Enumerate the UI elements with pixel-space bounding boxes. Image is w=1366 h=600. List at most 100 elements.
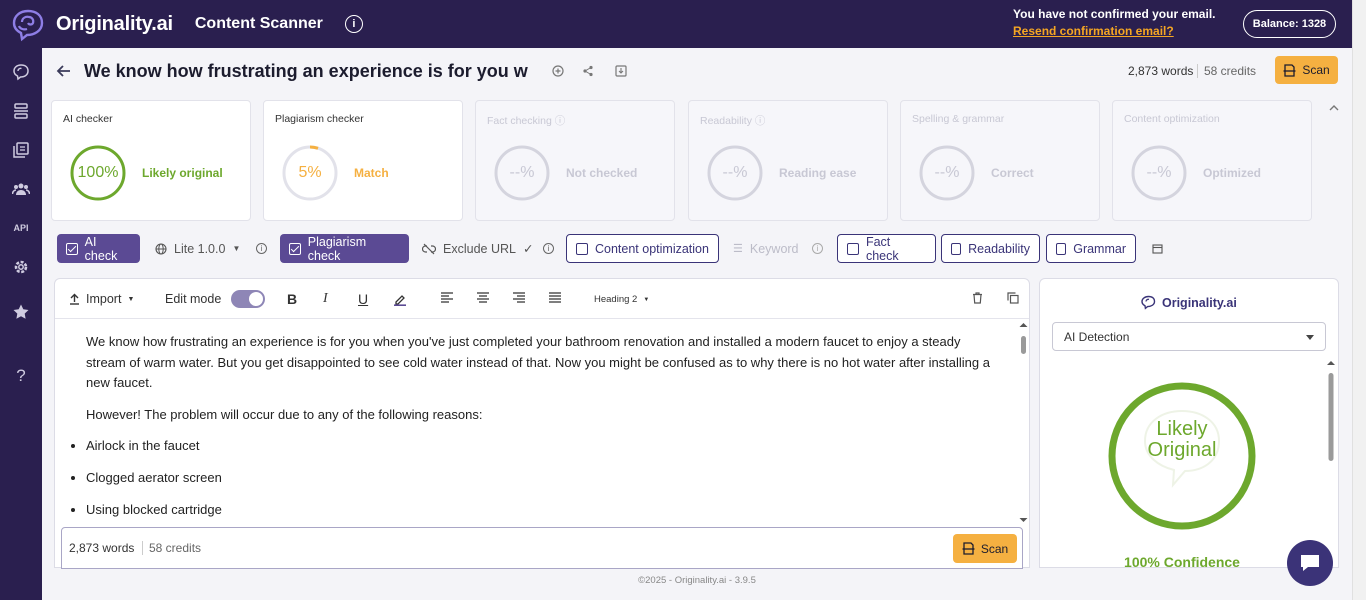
exclude-url-button[interactable]: Exclude URL ✓ (413, 234, 542, 263)
caret-down-icon: ▼ (232, 244, 241, 253)
help-icon[interactable]: ? (11, 366, 31, 386)
card-label: Content optimization (1124, 113, 1220, 125)
word-count: 2,873 words (1128, 64, 1194, 78)
bullet-list: Airlock in the faucet Clogged aerator sc… (70, 436, 997, 521)
footer-scan-button[interactable]: Scan (953, 534, 1017, 563)
exclude-url-info-icon[interactable]: i (543, 243, 554, 254)
import-button[interactable]: Import ▼ (69, 292, 134, 306)
info-icon[interactable]: i (344, 15, 363, 33)
export-icon[interactable] (615, 65, 627, 77)
detection-type-select[interactable]: AI Detection (1052, 322, 1326, 351)
bold-icon[interactable]: B (287, 291, 297, 307)
list-item: Using blocked cartridge (86, 500, 997, 521)
share-icon[interactable] (582, 65, 594, 77)
editor-content[interactable]: We know how frustrating an experience is… (55, 320, 1017, 525)
star-icon[interactable] (11, 302, 31, 322)
list-item: Clogged aerator screen (86, 468, 997, 489)
content-optimization-card[interactable]: Content optimization --% Optimized (1112, 100, 1312, 221)
footer-word-count: 2,873 words (69, 541, 135, 555)
keyword-list-icon: ☰ (733, 243, 743, 255)
editor-panel: Import ▼ Edit mode B I U Heading 2 ▼ We … (54, 278, 1030, 569)
globe-icon (155, 242, 167, 255)
checkbox-checked-icon (289, 242, 301, 255)
gear-icon[interactable] (11, 257, 31, 277)
keyword-info-icon[interactable]: i (812, 243, 823, 254)
editor-toolbar: Import ▼ Edit mode B I U Heading 2 ▼ (55, 279, 1029, 319)
caret-down-icon: ▼ (643, 296, 650, 303)
fact-checking-card[interactable]: Fact checking ⓘ --% Not checked (475, 100, 675, 221)
model-select[interactable]: Lite 1.0.0 ▼ (146, 234, 249, 263)
library-icon[interactable] (11, 140, 31, 160)
content-optimization-toggle[interactable]: Content optimization (566, 234, 719, 263)
document-title[interactable]: We know how frustrating an experience is… (84, 61, 528, 82)
edit-mode-toggle[interactable]: Edit mode (165, 290, 266, 308)
scanner-icon[interactable] (11, 101, 31, 121)
panel-scrollbar[interactable] (1324, 357, 1338, 568)
balance-badge[interactable]: Balance: 1328 (1243, 10, 1336, 38)
back-arrow-icon[interactable] (56, 63, 72, 79)
checkbox-checked-icon (66, 242, 78, 255)
team-icon[interactable] (11, 179, 31, 199)
heading-select[interactable]: Heading 2 ▼ (594, 294, 649, 305)
model-info-icon[interactable]: i (256, 243, 267, 254)
ai-status: Likely original (142, 166, 223, 180)
keyword-label: Keyword (749, 241, 799, 256)
top-bar: Originality.ai Content Scanner i You hav… (0, 0, 1352, 48)
card-label: Fact checking ⓘ (487, 115, 566, 127)
chat-button[interactable] (1287, 540, 1333, 586)
card-label: Readability ⓘ (700, 115, 766, 127)
grammar-status: Correct (991, 166, 1034, 180)
brain-logo-icon (12, 9, 44, 42)
card-label: Spelling & grammar (912, 113, 1005, 125)
card-label-text: Readability (700, 115, 752, 127)
optimization-status: Optimized (1203, 166, 1262, 180)
footer-credits: 58 credits (142, 541, 201, 555)
api-icon[interactable]: API (11, 218, 31, 238)
ai-checker-card[interactable]: AI checker 100% Likely original (51, 100, 251, 221)
collapse-chevron-icon[interactable] (1328, 102, 1340, 114)
align-left-icon[interactable] (440, 292, 454, 304)
plagiarism-checker-card[interactable]: Plagiarism checker 5% Match (263, 100, 463, 221)
heading-label: Heading 2 (594, 294, 638, 305)
resend-confirmation-link[interactable]: Resend confirmation email? (1013, 24, 1215, 38)
page-scrollbar[interactable] (1352, 0, 1366, 600)
plagiarism-check-label: Plagiarism check (307, 234, 367, 263)
readability-card[interactable]: Readability ⓘ --% Reading ease (688, 100, 888, 221)
align-right-icon[interactable] (512, 292, 526, 304)
exclude-url-label: Exclude URL (443, 241, 516, 256)
editor-footer: 2,873 words 58 credits Scan (61, 527, 1023, 569)
panel-brand-name: Originality.ai (1162, 295, 1237, 310)
spelling-grammar-card[interactable]: Spelling & grammar --% Correct (900, 100, 1100, 221)
editor-scrollbar[interactable] (1017, 320, 1030, 525)
fact-score-value: --% (509, 164, 535, 181)
calendar-icon[interactable] (1152, 243, 1163, 254)
app-name: Content Scanner (194, 15, 323, 32)
trash-icon[interactable] (972, 292, 983, 304)
plagiarism-check-toggle[interactable]: Plagiarism check (280, 234, 409, 263)
grammar-score-value: --% (934, 164, 960, 181)
align-center-icon[interactable] (476, 292, 490, 304)
panel-brand: Originality.ai (1140, 295, 1237, 310)
underline-icon[interactable]: U (358, 291, 368, 307)
upload-icon (70, 293, 79, 305)
add-circle-icon[interactable] (552, 65, 564, 77)
keyword-button[interactable]: ☰ Keyword (724, 234, 808, 263)
ai-check-toggle[interactable]: AI check (57, 234, 140, 263)
credits-count: 58 credits (1197, 64, 1256, 78)
readability-toggle[interactable]: Readability (941, 234, 1040, 263)
align-justify-icon[interactable] (548, 292, 562, 304)
scan-button[interactable]: Scan (1275, 56, 1338, 84)
grammar-toggle[interactable]: Grammar (1046, 234, 1136, 263)
italic-icon[interactable]: I (323, 291, 328, 307)
link-off-icon (422, 243, 436, 254)
paragraph: We know how frustrating an experience is… (86, 334, 990, 390)
edit-mode-label: Edit mode (165, 292, 222, 306)
card-label: AI checker (63, 113, 113, 125)
copy-icon[interactable] (1007, 292, 1019, 304)
fact-check-toggle[interactable]: Fact check (837, 234, 936, 263)
highlight-pen-icon[interactable] (393, 292, 407, 306)
model-label: Lite 1.0.0 (174, 241, 226, 256)
brain-icon[interactable] (11, 62, 31, 82)
edit-mode-switch[interactable] (231, 290, 266, 308)
brand[interactable]: Originality.ai (0, 6, 173, 42)
